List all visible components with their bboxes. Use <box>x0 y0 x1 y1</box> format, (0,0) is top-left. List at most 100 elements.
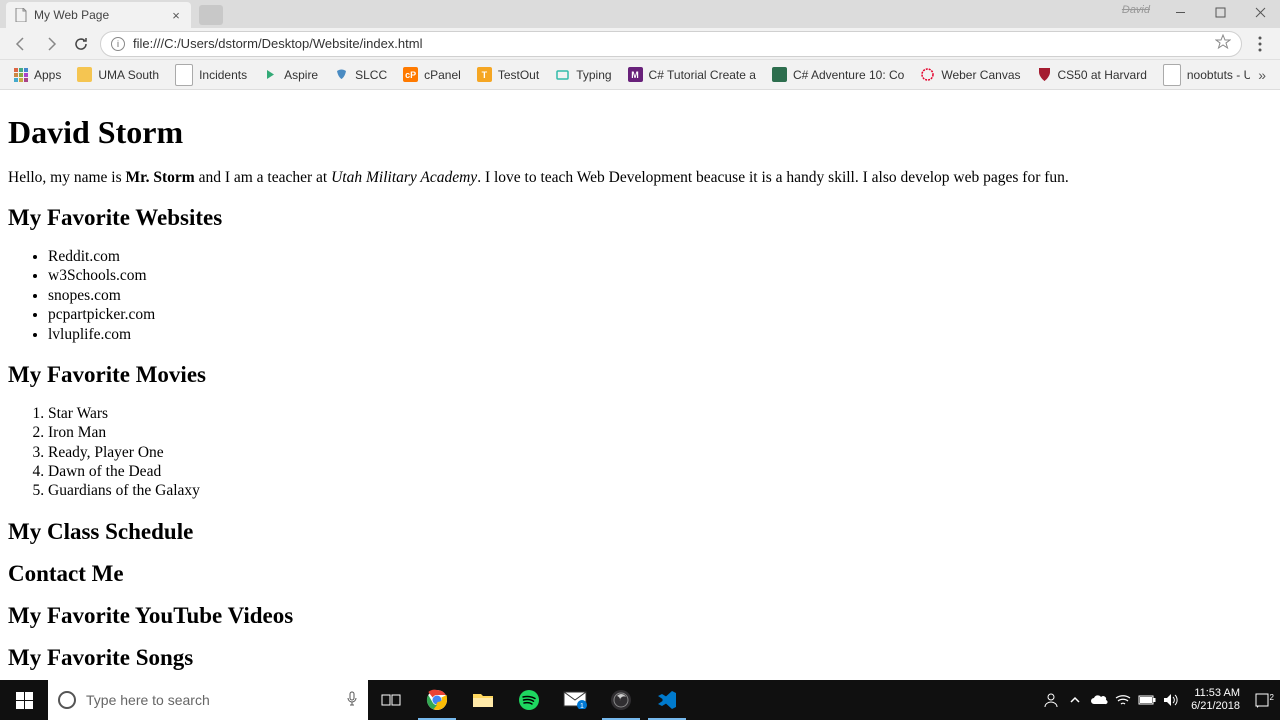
page-favicon-icon <box>14 8 28 22</box>
window-controls: David <box>1112 0 1280 24</box>
bookmark-label: C# Tutorial Create a <box>649 68 756 82</box>
start-button[interactable] <box>0 680 48 720</box>
bookmark-item[interactable]: cPcPanel <box>395 63 469 87</box>
bookmark-item[interactable]: T TestOut <box>469 63 547 87</box>
bookmark-favicon-icon: T <box>477 67 492 82</box>
bookmark-favicon-icon <box>77 67 92 82</box>
bookmarks-bar: Apps UMA South Incidents Aspire SLCC cPcPane… <box>0 60 1280 90</box>
movies-list: Star WarsIron ManReady, Player OneDawn o… <box>48 404 1272 501</box>
websites-list: Reddit.comw3Schools.comsnopes.compcpartp… <box>48 247 1272 344</box>
bookmark-favicon-icon <box>772 67 787 82</box>
vscode-icon[interactable] <box>644 680 690 720</box>
taskbar-clock[interactable]: 11:53 AM 6/21/2018 <box>1183 687 1248 713</box>
navigation-bar: i file:///C:/Users/dstorm/Desktop/Websit… <box>0 28 1280 60</box>
intro-paragraph: Hello, my name is Mr. Storm and I am a t… <box>8 169 1272 187</box>
forward-button[interactable] <box>36 30 66 58</box>
intro-text: and I am a teacher at <box>195 169 331 186</box>
bookmark-label: noobtuts - Unity 2D <box>1187 68 1250 82</box>
cortana-icon <box>58 691 76 709</box>
bookmark-favicon-icon <box>175 64 193 86</box>
chrome-taskbar-icon[interactable] <box>414 680 460 720</box>
list-item: Reddit.com <box>48 247 1272 266</box>
bookmark-item[interactable]: Weber Canvas <box>912 63 1028 87</box>
people-icon[interactable] <box>1039 680 1063 720</box>
clock-date: 6/21/2018 <box>1191 700 1240 713</box>
battery-icon[interactable] <box>1135 680 1159 720</box>
bookmark-label: cPanel <box>424 68 461 82</box>
reload-button[interactable] <box>66 30 96 58</box>
list-item: lvluplife.com <box>48 325 1272 344</box>
bookmark-favicon-icon <box>555 67 570 82</box>
bookmark-item[interactable]: Aspire <box>255 63 326 87</box>
taskbar-search[interactable]: Type here to search <box>48 680 368 720</box>
bookmark-favicon-icon <box>1037 67 1052 82</box>
bookmark-item[interactable]: Incidents <box>167 63 255 87</box>
bookmark-label: Typing <box>576 68 611 82</box>
back-button[interactable] <box>6 30 36 58</box>
bookmark-item[interactable]: UMA South <box>69 63 167 87</box>
taskbar-apps: 1 <box>368 680 690 720</box>
section-songs-heading: My Favorite Songs <box>8 645 1272 671</box>
bookmark-label: Aspire <box>284 68 318 82</box>
network-icon[interactable] <box>1111 680 1135 720</box>
bookmark-item[interactable]: CS50 at Harvard <box>1029 63 1155 87</box>
address-bar[interactable]: i file:///C:/Users/dstorm/Desktop/Websit… <box>100 31 1242 57</box>
volume-icon[interactable] <box>1159 680 1183 720</box>
task-view-icon[interactable] <box>368 680 414 720</box>
onedrive-icon[interactable] <box>1087 680 1111 720</box>
browser-tab[interactable]: My Web Page × <box>6 2 191 28</box>
bookmark-favicon-icon <box>334 67 349 82</box>
bookmark-label: TestOut <box>498 68 539 82</box>
intro-text: . I love to teach Web Development beacus… <box>477 169 1069 186</box>
clock-time: 11:53 AM <box>1191 687 1240 700</box>
spotify-icon[interactable] <box>506 680 552 720</box>
bookmark-item[interactable]: SLCC <box>326 63 395 87</box>
apps-label: Apps <box>34 68 61 82</box>
notif-count: 2 <box>1270 693 1274 702</box>
list-item: pcpartpicker.com <box>48 305 1272 324</box>
browser-chrome: My Web Page × David i file:///C:/Users/d… <box>0 0 1280 90</box>
close-window-button[interactable] <box>1240 0 1280 24</box>
chrome-menu-icon[interactable] <box>1246 36 1274 52</box>
bookmark-item[interactable]: noobtuts - Unity 2D <box>1155 63 1250 87</box>
bookmark-label: Incidents <box>199 68 247 82</box>
apps-grid-icon <box>14 68 28 82</box>
new-tab-button[interactable] <box>199 5 223 25</box>
obs-icon[interactable] <box>598 680 644 720</box>
section-movies-heading: My Favorite Movies <box>8 362 1272 388</box>
windows-taskbar: Type here to search 1 11:53 AM 6/21/2018… <box>0 680 1280 720</box>
bookmark-star-icon[interactable] <box>1215 34 1231 53</box>
intro-bold: Mr. Storm <box>126 169 195 186</box>
bookmark-label: CS50 at Harvard <box>1058 68 1147 82</box>
microphone-icon[interactable] <box>346 691 358 710</box>
section-contact-heading: Contact Me <box>8 561 1272 587</box>
bookmark-favicon-icon <box>920 67 935 82</box>
intro-italic: Utah Military Academy <box>331 169 477 186</box>
tray-chevron-up-icon[interactable] <box>1063 680 1087 720</box>
tab-close-icon[interactable]: × <box>169 8 183 22</box>
tab-title: My Web Page <box>34 8 169 22</box>
apps-button[interactable]: Apps <box>6 63 69 87</box>
page-title: David Storm <box>8 114 1272 151</box>
mail-icon[interactable]: 1 <box>552 680 598 720</box>
system-tray: 11:53 AM 6/21/2018 2 <box>1039 680 1280 720</box>
bookmark-item[interactable]: Typing <box>547 63 619 87</box>
search-placeholder: Type here to search <box>86 692 210 708</box>
minimize-button[interactable] <box>1160 0 1200 24</box>
bookmark-label: SLCC <box>355 68 387 82</box>
bookmarks-overflow-icon[interactable]: » <box>1250 67 1274 83</box>
intro-text: Hello, my name is <box>8 169 126 186</box>
maximize-button[interactable] <box>1200 0 1240 24</box>
bookmark-item[interactable]: MC# Tutorial Create a <box>620 63 764 87</box>
bookmark-label: UMA South <box>98 68 159 82</box>
user-profile-label[interactable]: David <box>1112 0 1160 24</box>
bookmark-item[interactable]: C# Adventure 10: Co <box>764 63 912 87</box>
bookmark-label: C# Adventure 10: Co <box>793 68 904 82</box>
file-explorer-icon[interactable] <box>460 680 506 720</box>
site-info-icon[interactable]: i <box>111 37 125 51</box>
section-websites-heading: My Favorite Websites <box>8 205 1272 231</box>
notifications-icon[interactable]: 2 <box>1248 692 1276 708</box>
list-item: Ready, Player One <box>48 443 1272 462</box>
svg-text:1: 1 <box>580 703 584 709</box>
list-item: Guardians of the Galaxy <box>48 481 1272 500</box>
